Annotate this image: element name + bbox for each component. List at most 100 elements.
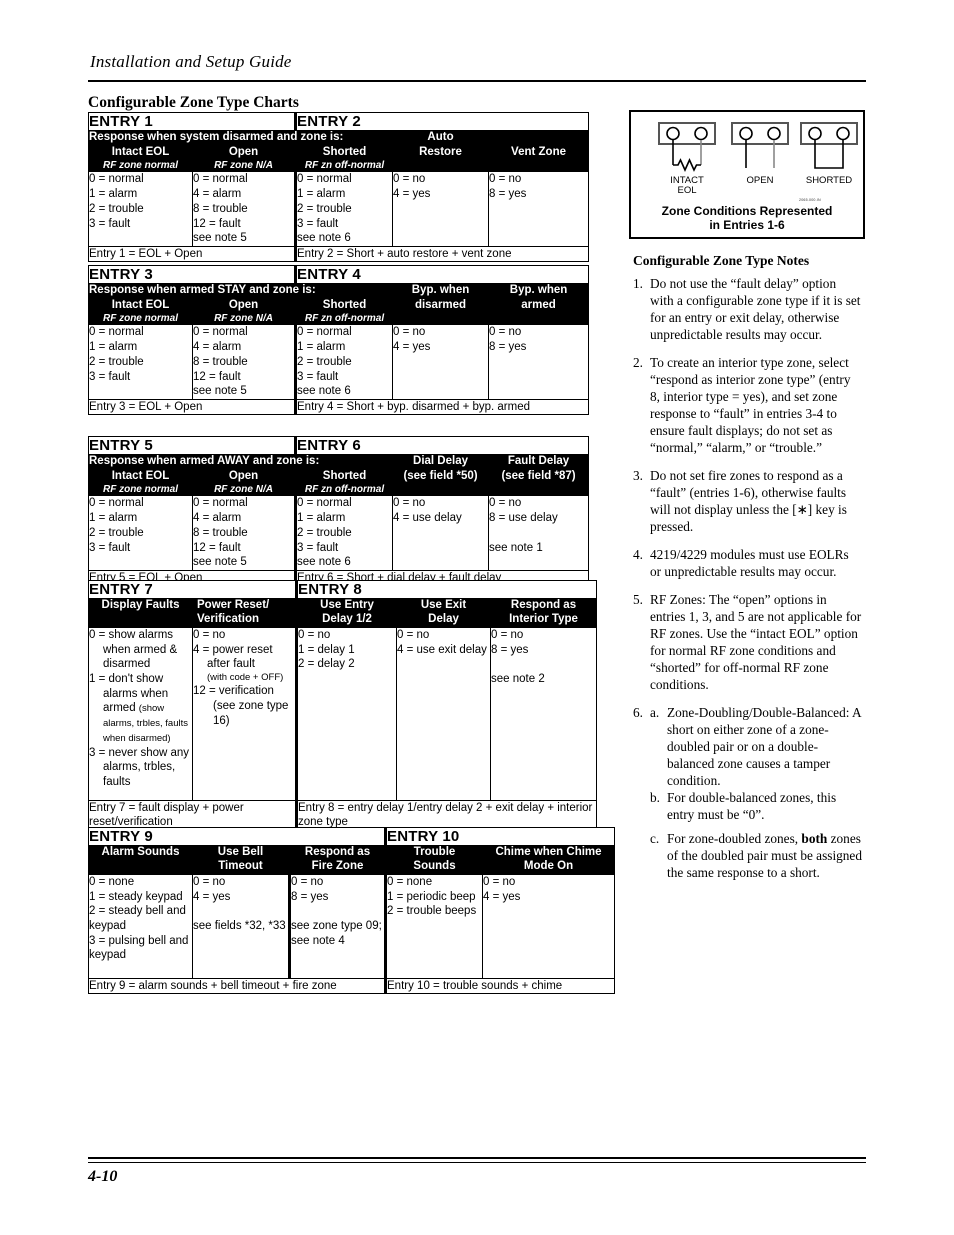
- note-number: 3.: [633, 468, 643, 484]
- summary-row: Entry 3 = EOL + Open Entry 4 = Short + b…: [87, 398, 590, 416]
- entry-banner-row: ENTRY 3 ENTRY 4: [87, 264, 590, 285]
- cell-intact-eol: 0 = normal 1 = alarm 2 = trouble 3 = fault: [88, 171, 193, 247]
- note-letter: b.: [650, 790, 660, 806]
- column-title: Auto: [427, 131, 454, 144]
- column-header-row: Display Faults Power Reset/Verification …: [88, 598, 598, 628]
- group-label: Response when system disarmed and zone i…: [87, 130, 394, 147]
- list-item: 12 = verification (see zone type 16): [193, 685, 289, 727]
- column-header-byp-armed-2: armed: [488, 298, 590, 326]
- list-item: 4 = power reset after fault: [193, 643, 273, 671]
- column-header-row: Intact EOL RF zone normal Open RF zone N/A…: [88, 469, 590, 497]
- entry-label-2: ENTRY 2: [294, 111, 590, 132]
- column-title: Intact EOL: [111, 299, 170, 312]
- column-subtitle: RF zone normal: [102, 312, 178, 324]
- column-title: Shorted: [322, 470, 367, 483]
- column-title: Shorted: [322, 146, 367, 159]
- column-header-auto-restore: Auto: [392, 130, 490, 147]
- note-text: For double-balanced zones, this entry mu…: [667, 790, 837, 823]
- column-header-fault-delay: Fault Delay: [488, 454, 590, 471]
- column-header-shorted: Shorted RF zn off-normal: [294, 469, 394, 497]
- zone-conditions-diagram-box: INTACT EOL OPEN SHORTED 2065.000.IN Zone…: [629, 110, 865, 239]
- cell-display-faults: 0 = show alarms when armed & disarmed 1 …: [88, 626, 193, 801]
- diagram-caption-line2: in Entries 1-6: [709, 218, 785, 233]
- entry-label-5: ENTRY 5: [87, 435, 297, 456]
- column-header-row: Intact EOL RF zone normal Open RF zone N/A…: [88, 145, 590, 173]
- summary-row: Entry 7 = fault display + power reset/ve…: [87, 799, 598, 831]
- entry-label-4: ENTRY 4: [294, 264, 590, 285]
- group-label: Response when armed STAY and zone is:: [87, 283, 394, 300]
- note-text-bold: both: [801, 831, 828, 847]
- column-title: Restore: [419, 146, 462, 159]
- note-text: Zone-Doubling/Double-Balanced: A short o…: [667, 705, 861, 789]
- entry-banner-row: ENTRY 1 ENTRY 2: [87, 111, 590, 132]
- cell-respond-interior: 0 = no 8 = yes see note 2: [490, 626, 598, 801]
- cell-auto-restore: 0 = no 4 = yes: [392, 171, 490, 247]
- column-title: Shorted: [322, 299, 367, 312]
- cell-use-entry-delay: 0 = no 1 = delay 12 = delay 2: [295, 626, 398, 801]
- column-header-intact-eol: Intact EOL RF zone normal: [88, 145, 193, 173]
- note-number: 1.: [633, 276, 643, 291]
- entry-label-8: ENTRY 8: [295, 579, 598, 600]
- column-title: Open: [228, 299, 259, 312]
- section-title: Configurable Zone Type Charts: [88, 94, 299, 111]
- note-text: Do not set fire zones to respond as a “f…: [650, 468, 847, 535]
- diagram-caption: Zone Conditions Represented in Entries 1…: [631, 204, 863, 233]
- column-title: Intact EOL: [111, 146, 170, 159]
- note-item: 5. RF Zones: The “open” options in entri…: [633, 591, 863, 693]
- cell-shorted: 0 = normal 1 = alarm 2 = trouble 3 = fault s…: [294, 495, 394, 571]
- cell-open: 0 = normal 4 = alarm 8 = trouble 12 = fault…: [191, 324, 297, 400]
- entry-banner-row: ENTRY 7 ENTRY 8: [87, 579, 598, 600]
- note-number: 6.: [633, 705, 643, 721]
- group-header-row: Response when armed STAY and zone is: By…: [87, 283, 590, 300]
- diagram-code: 2065.000.IN: [799, 198, 821, 202]
- column-header-byp-disarmed-2: disarmed: [392, 298, 490, 326]
- column-header-respond-interior: Respond as Interior Type: [490, 598, 598, 628]
- column-header-shorted: Shorted RF zn off-normal: [294, 298, 394, 326]
- notes-title: Configurable Zone Type Notes: [633, 253, 810, 268]
- note-number: 2.: [633, 355, 643, 371]
- column-title: Vent Zone: [511, 146, 566, 159]
- data-row: 0 = show alarms when armed & disarmed 1 …: [88, 626, 598, 801]
- column-subtitle: RF zone normal: [102, 483, 178, 495]
- document-page: Installation and Setup Guide Configurabl…: [0, 0, 954, 1235]
- column-subtitle: RF zone N/A: [214, 312, 273, 324]
- data-row: 0 = none 1 = steady keypad 2 = steady bell…: [88, 873, 616, 979]
- column-header-dial-delay: Dial Delay: [392, 454, 490, 471]
- entry-5-6-table: ENTRY 5 ENTRY 6 Response when armed AWAY…: [87, 435, 590, 587]
- column-header-shorted: Shorted RF zn off-normal: [294, 145, 394, 173]
- list-item: 0 = show alarms when armed & disarmed: [89, 628, 178, 671]
- column-title: Intact EOL: [111, 470, 170, 483]
- diagram-caption-line1: Zone Conditions Represented: [661, 204, 833, 218]
- list-item: 3 = never show any alarms, trbles, fault…: [89, 746, 190, 789]
- column-title: Open: [228, 146, 259, 159]
- entry-banner-row: ENTRY 5 ENTRY 6: [87, 435, 590, 456]
- entry-label-10: ENTRY 10: [384, 826, 616, 847]
- column-header-use-exit-delay: Use Exit Delay: [396, 598, 492, 628]
- note-6a: 6. a. Zone-Doubling/Double-Balanced: A s…: [633, 704, 863, 789]
- footer-rule-bottom: [88, 1162, 866, 1163]
- cell-intact-eol: 0 = normal 1 = alarm 2 = trouble 3 = fault: [88, 324, 193, 400]
- note-item-6: 6. a. Zone-Doubling/Double-Balanced: A s…: [633, 704, 863, 881]
- note-text: For zone-doubled zones, both zones of th…: [667, 830, 863, 881]
- cell-alarm-sounds: 0 = none 1 = steady keypad 2 = steady bell…: [88, 873, 193, 979]
- entry-label-7: ENTRY 7: [87, 579, 298, 600]
- svg-text:SHORTED: SHORTED: [806, 175, 852, 186]
- summary-entry-3: Entry 3 = EOL + Open: [87, 398, 297, 416]
- notes-list: 1. Do not use the “fault delay” option w…: [633, 275, 863, 893]
- column-header-row: Alarm Sounds Use Bell Timeout Respond as F…: [88, 845, 616, 875]
- summary-row: Entry 9 = alarm sounds + bell timeout + …: [87, 977, 616, 995]
- entry-label-1: ENTRY 1: [87, 111, 297, 132]
- note-text: RF Zones: The “open” options in entries …: [650, 592, 862, 693]
- column-header-intact-eol: Intact EOL RF zone normal: [88, 298, 193, 326]
- group-label: Response when armed AWAY and zone is:: [87, 454, 394, 471]
- cell-shorted: 0 = normal 1 = alarm 2 = trouble 3 = fault s…: [294, 171, 394, 247]
- note-text: 4219/4229 modules must use EOLRs or unpr…: [650, 547, 849, 580]
- list-item: 1 = don't show alarms when armed (show a…: [89, 673, 188, 744]
- group-header-row: Response when system disarmed and zone i…: [87, 130, 590, 147]
- note-letter: a.: [650, 705, 660, 721]
- summary-entry-9: Entry 9 = alarm sounds + bell timeout + …: [87, 977, 387, 995]
- header-rule: [88, 80, 866, 82]
- entry-1-2-table: ENTRY 1 ENTRY 2 Response when system dis…: [87, 111, 590, 263]
- summary-entry-8: Entry 8 = entry delay 1/entry delay 2 + …: [295, 799, 598, 831]
- note-item: 2. To create an interior type zone, sele…: [633, 354, 863, 456]
